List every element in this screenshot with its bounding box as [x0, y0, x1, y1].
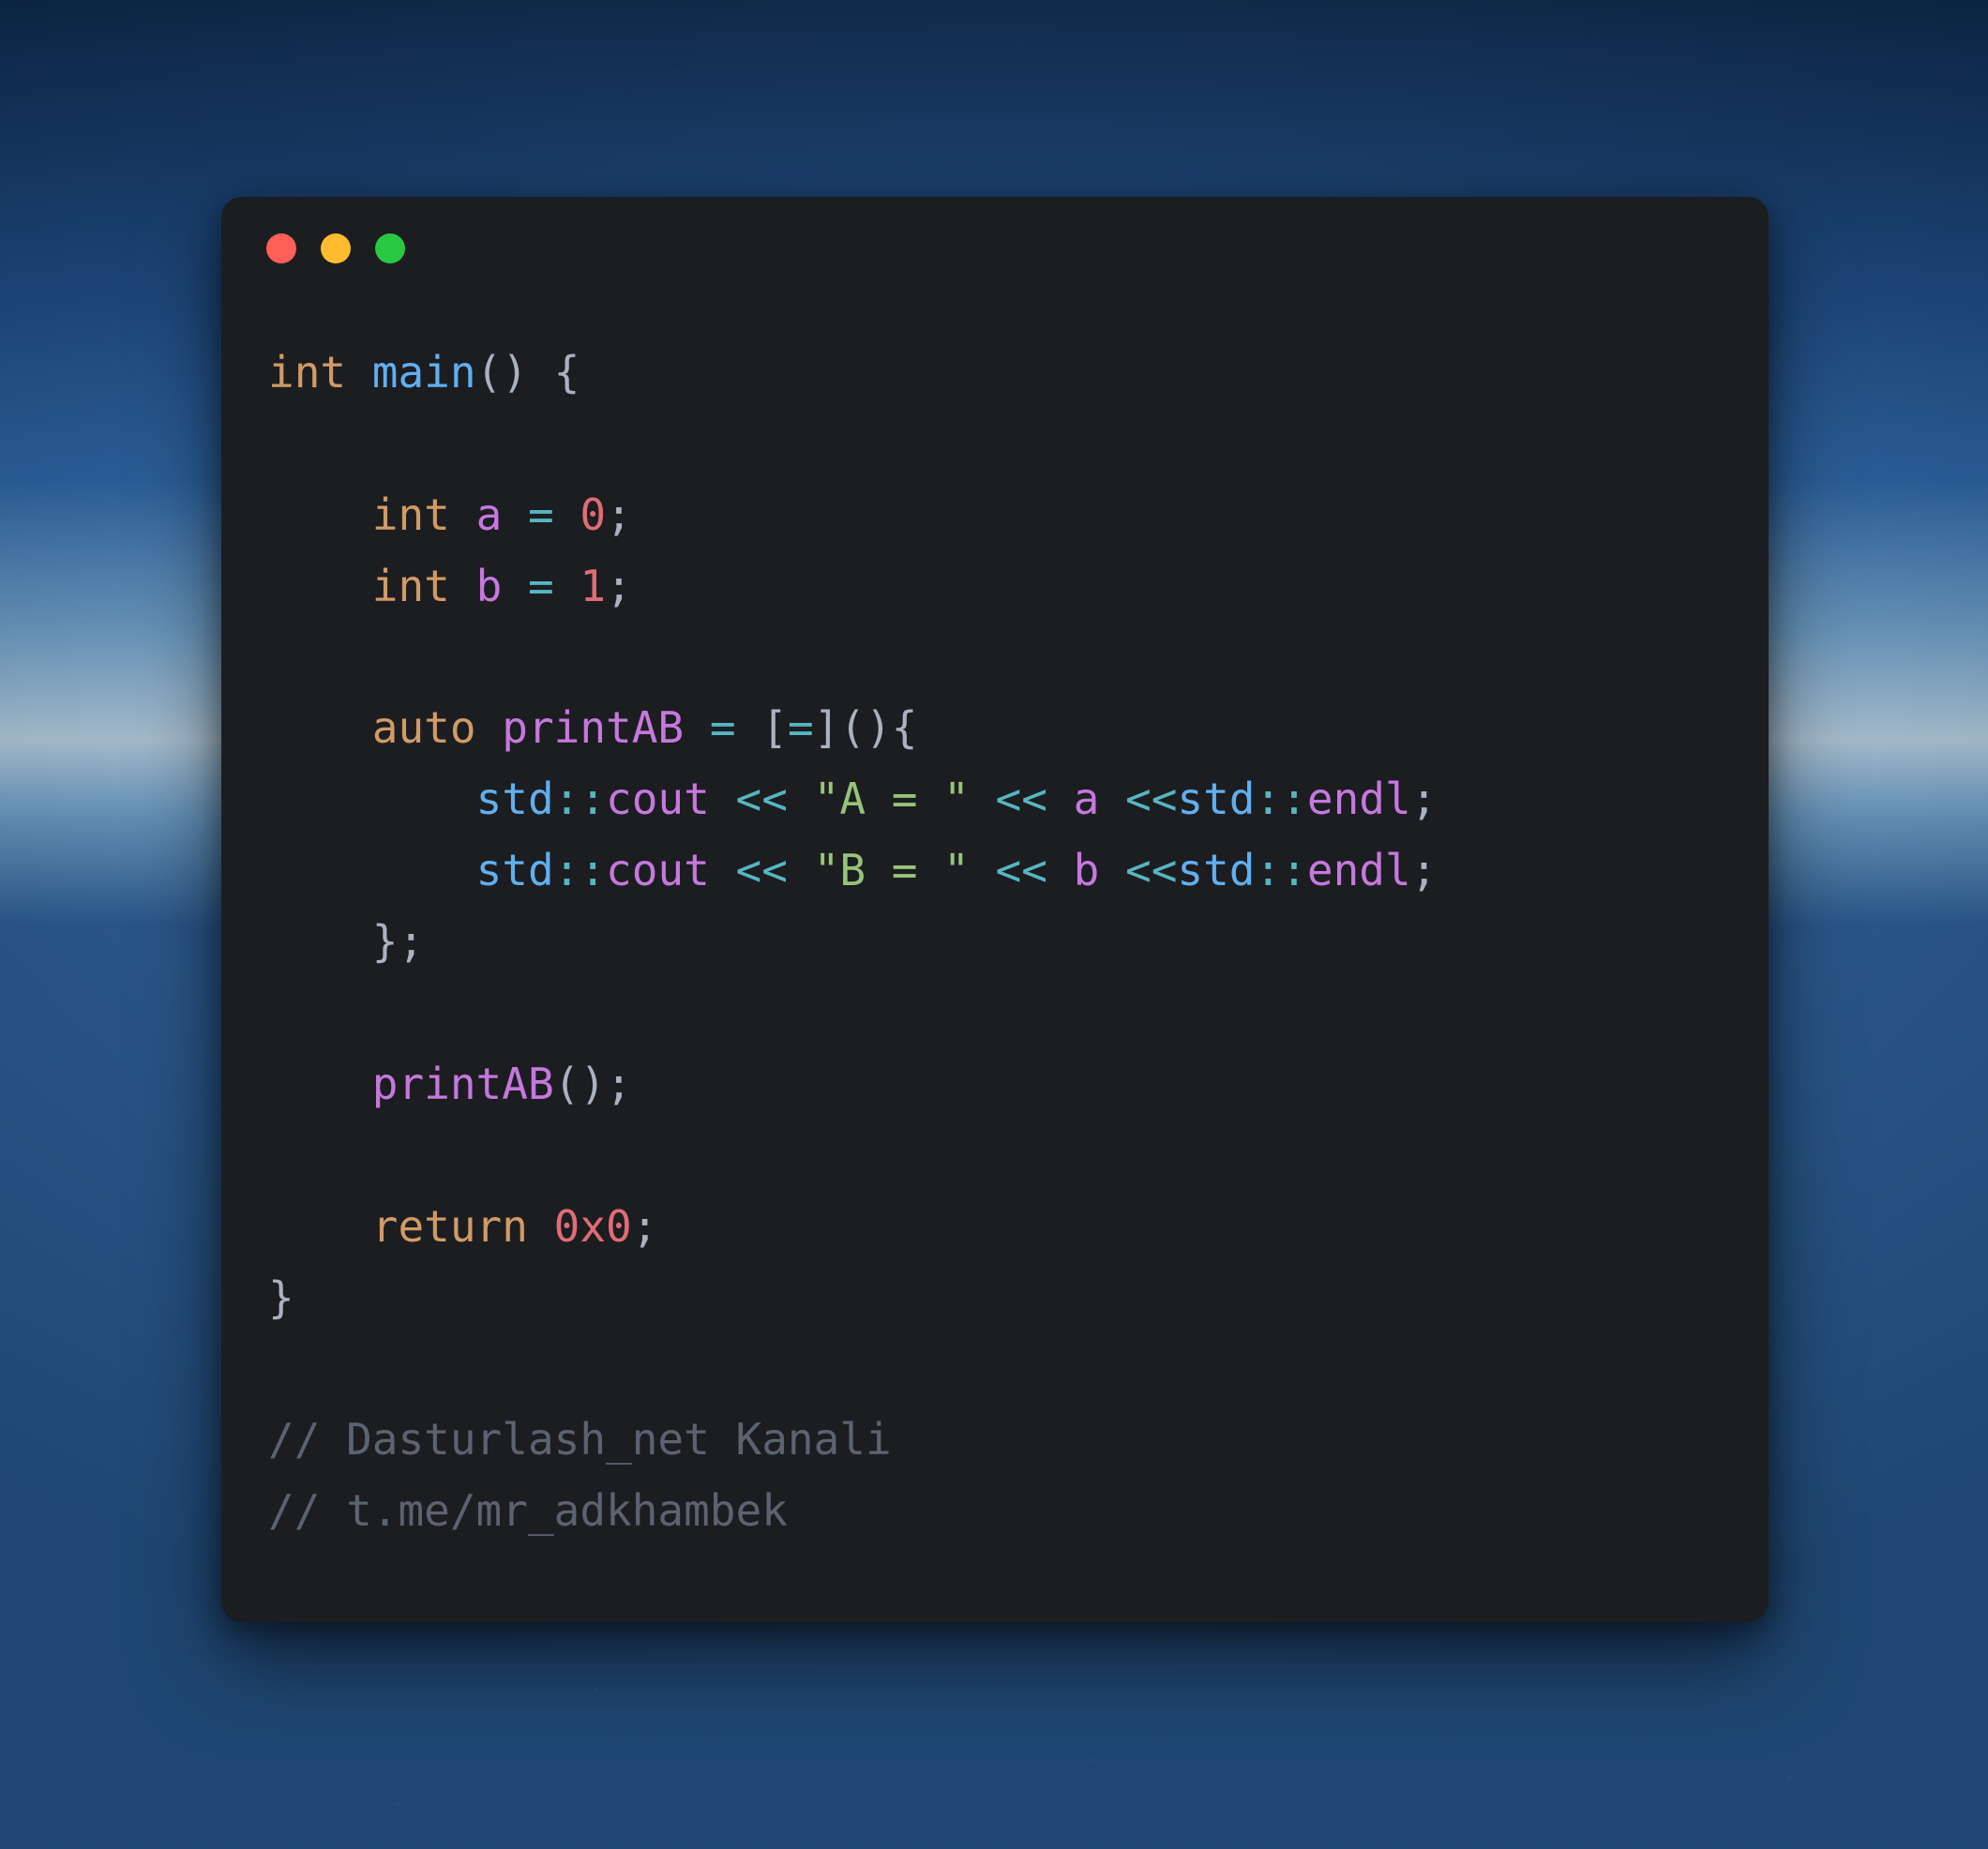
code-token: std: [1177, 774, 1255, 824]
code-token: "A = ": [814, 774, 970, 824]
code-token: printAB: [502, 702, 684, 753]
code-token: int: [372, 489, 450, 540]
code-token: return: [372, 1201, 528, 1252]
code-token: ;: [606, 561, 632, 611]
code-token: [268, 561, 372, 611]
code-token: "B = ": [814, 845, 970, 895]
code-token: [1047, 774, 1074, 824]
code-token: 0: [580, 489, 606, 540]
code-area: int main() { int a = 0; int b = 1; auto …: [221, 300, 1769, 1622]
code-token: ();: [554, 1059, 632, 1109]
code-token: a: [476, 489, 503, 540]
code-token: int: [268, 347, 346, 398]
code-token: <<: [1125, 845, 1177, 895]
code-token: endl: [1307, 774, 1411, 824]
code-token: [554, 561, 580, 611]
code-token: [268, 845, 476, 895]
code-token: [: [736, 702, 788, 753]
code-token: [710, 774, 736, 824]
code-token: std: [476, 774, 554, 824]
code-token: [476, 702, 503, 753]
code-token: <<: [736, 845, 788, 895]
code-token: ;: [1411, 845, 1438, 895]
code-token: main: [372, 347, 476, 398]
code-token: [1099, 845, 1125, 895]
code-token: [268, 489, 372, 540]
code-token: <<: [996, 774, 1047, 824]
code-token: std: [1177, 845, 1255, 895]
code-token: auto: [372, 702, 476, 753]
code-token: [268, 1201, 372, 1252]
code-token: ](){: [814, 702, 918, 753]
code-token: [450, 561, 476, 611]
code-token: [970, 845, 996, 895]
code-token: <<: [996, 845, 1047, 895]
code-token: };: [268, 916, 424, 967]
minimize-icon[interactable]: [321, 233, 351, 263]
code-token: cout: [606, 845, 710, 895]
code-token: ;: [606, 489, 632, 540]
code-token: [450, 489, 476, 540]
close-icon[interactable]: [266, 233, 296, 263]
code-block: int main() { int a = 0; int b = 1; auto …: [268, 338, 1722, 1547]
code-token: ;: [632, 1201, 658, 1252]
code-token: 0x0: [554, 1201, 632, 1252]
window-titlebar: [221, 197, 1769, 300]
code-token: <<: [1125, 774, 1177, 824]
code-token: =: [528, 489, 554, 540]
code-token: [502, 561, 528, 611]
code-token: [684, 702, 710, 753]
code-token: [346, 347, 372, 398]
code-token: ::: [1255, 774, 1306, 824]
code-token: printAB: [372, 1059, 554, 1109]
code-token: // Dasturlash_net Kanali: [268, 1414, 892, 1465]
code-token: [788, 845, 814, 895]
zoom-icon[interactable]: [375, 233, 405, 263]
code-token: () {: [476, 347, 580, 398]
code-token: std: [476, 845, 554, 895]
code-token: b: [476, 561, 503, 611]
code-token: [502, 489, 528, 540]
code-token: =: [710, 702, 736, 753]
code-window: int main() { int a = 0; int b = 1; auto …: [221, 197, 1769, 1622]
code-token: endl: [1307, 845, 1411, 895]
code-token: [1047, 845, 1074, 895]
code-token: // t.me/mr_adkhambek: [268, 1485, 788, 1536]
code-token: <<: [736, 774, 788, 824]
code-token: [1099, 774, 1125, 824]
code-token: a: [1074, 774, 1100, 824]
code-token: [970, 774, 996, 824]
code-token: ::: [554, 774, 606, 824]
code-token: [268, 1059, 372, 1109]
code-token: =: [788, 702, 814, 753]
code-token: }: [268, 1272, 294, 1323]
code-token: 1: [580, 561, 606, 611]
code-token: [710, 845, 736, 895]
code-token: ;: [1411, 774, 1438, 824]
code-token: [268, 702, 372, 753]
code-token: [268, 774, 476, 824]
code-token: ::: [554, 845, 606, 895]
code-token: b: [1074, 845, 1100, 895]
code-token: ::: [1255, 845, 1306, 895]
code-token: [788, 774, 814, 824]
code-token: cout: [606, 774, 710, 824]
code-token: =: [528, 561, 554, 611]
code-token: [528, 1201, 554, 1252]
code-token: int: [372, 561, 450, 611]
code-token: [554, 489, 580, 540]
